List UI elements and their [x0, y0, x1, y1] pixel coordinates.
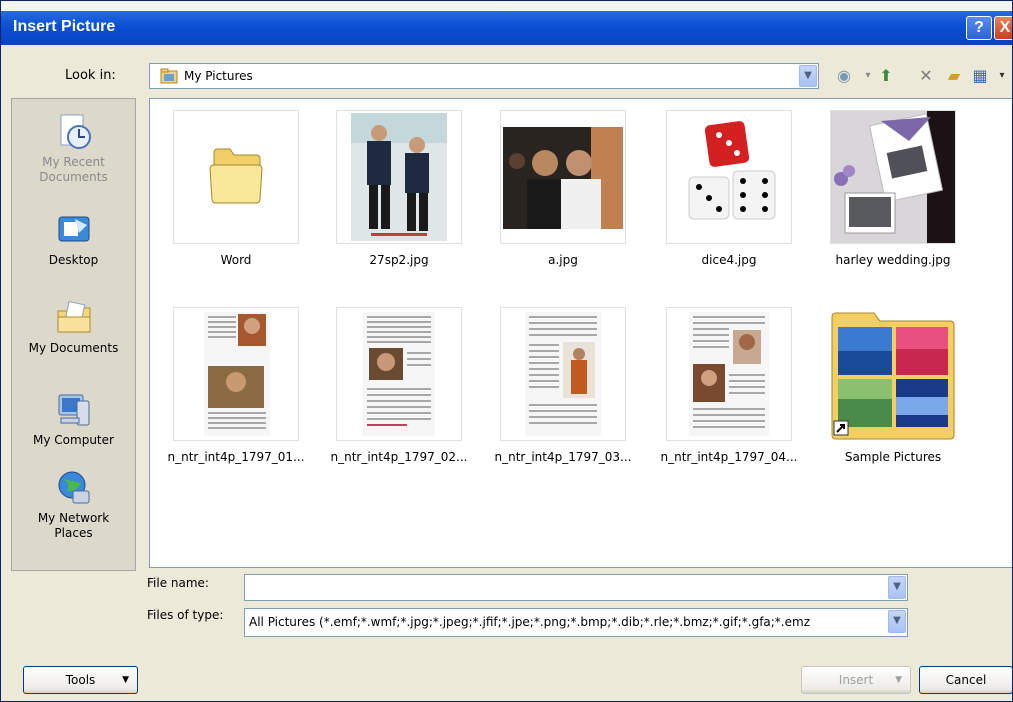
file-name: 27sp2.jpg — [369, 253, 429, 267]
folder-thumbnail — [173, 110, 299, 244]
dropdown-arrow-icon: ▼ — [895, 675, 902, 685]
recent-documents-icon — [60, 114, 91, 149]
top-strip — [1, 1, 1012, 11]
file-name: a.jpg — [548, 253, 578, 267]
file-name: n_ntr_int4p_1797_01... — [167, 450, 305, 464]
folder-icon — [209, 148, 263, 204]
my-documents-icon — [57, 300, 90, 333]
image-thumbnail — [173, 307, 299, 441]
places-bar: My Recent Documents Desktop My Documents — [11, 98, 136, 571]
views-dropdown-icon[interactable]: ▾ — [991, 65, 1012, 87]
file-name: n_ntr_int4p_1797_04... — [660, 450, 798, 464]
image-thumbnail — [666, 110, 792, 244]
my-computer-icon — [58, 394, 89, 426]
files-of-type-value: All Pictures (*.emf;*.wmf;*.jpg;*.jpeg;*… — [249, 615, 810, 629]
insert-button[interactable]: Insert ▼ — [801, 666, 911, 694]
file-name-label: File name: — [147, 576, 209, 590]
file-item-a[interactable]: a.jpg — [488, 110, 638, 267]
file-name-input[interactable]: ▼ — [244, 574, 908, 601]
file-name: Sample Pictures — [844, 450, 942, 464]
chevron-down-icon[interactable]: ▼ — [888, 576, 906, 599]
dropdown-arrow-icon: ▼ — [122, 675, 129, 685]
image-thumbnail — [666, 307, 792, 441]
file-name: dice4.jpg — [701, 253, 757, 267]
title-bar[interactable]: Insert Picture ? X — [1, 11, 1012, 45]
desktop-icon — [58, 216, 89, 242]
file-item-harley-wedding[interactable]: harley wedding.jpg — [818, 110, 968, 267]
image-thumbnail — [336, 307, 462, 441]
place-my-network-places[interactable]: My Network Places — [12, 469, 135, 541]
image-thumbnail — [500, 307, 626, 441]
article-thumbnail-icon — [689, 312, 769, 436]
tools-button[interactable]: Tools ▼ — [23, 666, 138, 694]
file-item-ntr-04[interactable]: n_ntr_int4p_1797_04... — [654, 307, 804, 464]
file-item-ntr-01[interactable]: n_ntr_int4p_1797_01... — [161, 307, 311, 464]
file-name: harley wedding.jpg — [835, 253, 951, 267]
file-item-dice4[interactable]: dice4.jpg — [654, 110, 804, 267]
file-name: Word — [220, 253, 252, 267]
views-icon[interactable]: ▦ — [969, 65, 991, 87]
article-thumbnail-icon — [363, 312, 435, 436]
files-of-type-select[interactable]: All Pictures (*.emf;*.wmf;*.jpg;*.jpeg;*… — [244, 608, 908, 637]
cancel-button[interactable]: Cancel — [919, 666, 1012, 694]
network-places-icon — [58, 471, 89, 504]
place-my-computer[interactable]: My Computer — [12, 391, 135, 448]
dialog-title: Insert Picture — [13, 18, 116, 35]
insert-label: Insert — [838, 673, 874, 687]
file-item-word[interactable]: Word — [161, 110, 311, 267]
file-item-ntr-02[interactable]: n_ntr_int4p_1797_02... — [324, 307, 474, 464]
delete-icon[interactable]: ✕ — [915, 65, 937, 87]
tools-label: Tools — [65, 673, 96, 687]
chevron-down-icon[interactable]: ▼ — [888, 610, 906, 633]
look-in-combo[interactable]: My Pictures ▼ — [149, 63, 819, 89]
article-thumbnail-icon — [525, 312, 601, 436]
help-button[interactable]: ? — [966, 16, 992, 40]
sample-pictures-folder-icon — [831, 312, 955, 440]
image-thumbnail — [500, 110, 626, 244]
image-thumbnail — [336, 110, 462, 244]
article-thumbnail-icon — [204, 312, 270, 436]
look-in-value: My Pictures — [184, 69, 253, 83]
photo-thumbnail-icon — [503, 127, 623, 229]
place-my-documents[interactable]: My Documents — [12, 299, 135, 356]
file-item-27sp2[interactable]: 27sp2.jpg — [324, 110, 474, 267]
close-button[interactable]: X — [994, 16, 1012, 40]
photo-thumbnail-icon — [351, 113, 447, 241]
insert-picture-dialog: Insert Picture ? X Look in: My Pictures … — [0, 0, 1013, 702]
my-pictures-folder-icon — [160, 68, 178, 84]
place-my-recent-documents[interactable]: My Recent Documents — [12, 113, 135, 185]
look-in-label: Look in: — [65, 68, 116, 83]
new-folder-icon[interactable]: ▰ — [943, 65, 965, 87]
file-item-sample-pictures[interactable]: Sample Pictures — [818, 307, 968, 464]
files-of-type-label: Files of type: — [147, 608, 224, 622]
back-icon[interactable]: ◉ — [833, 65, 855, 87]
chevron-down-icon[interactable]: ▼ — [799, 65, 817, 87]
photo-thumbnail-icon — [831, 111, 955, 243]
file-list-view[interactable]: Word 27sp2.jpg a.jpg dice4.jpg harley we… — [149, 98, 1012, 568]
up-folder-icon[interactable]: ⬆ — [875, 65, 897, 87]
folder-thumbnail — [830, 307, 956, 441]
image-thumbnail — [830, 110, 956, 244]
dice-thumbnail-icon — [688, 121, 776, 220]
file-item-ntr-03[interactable]: n_ntr_int4p_1797_03... — [488, 307, 638, 464]
place-desktop[interactable]: Desktop — [12, 211, 135, 268]
file-name: n_ntr_int4p_1797_03... — [494, 450, 632, 464]
file-name: n_ntr_int4p_1797_02... — [330, 450, 468, 464]
